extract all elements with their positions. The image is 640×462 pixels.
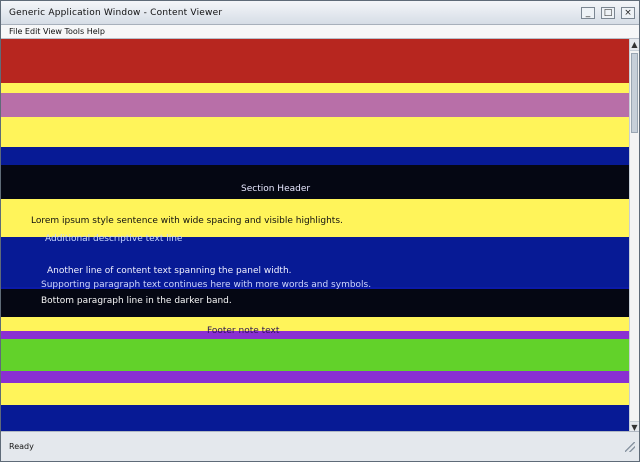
- red-band: [1, 39, 631, 83]
- maximize-button[interactable]: □: [601, 7, 615, 19]
- yellow-band-4: [1, 383, 631, 405]
- blue-band-3: [1, 405, 631, 433]
- content-line-6: Bottom paragraph line in the darker band…: [41, 296, 232, 306]
- window-controls: _ □ ×: [571, 5, 635, 21]
- status-bar: Ready: [1, 431, 639, 461]
- purple-band-2: [1, 371, 631, 383]
- close-button[interactable]: ×: [621, 7, 635, 19]
- status-text: Ready: [9, 442, 34, 451]
- content-line-2: Lorem ipsum style sentence with wide spa…: [31, 216, 343, 226]
- green-band: [1, 339, 631, 371]
- minimize-button[interactable]: _: [581, 7, 595, 19]
- content-line-7: Footer note text: [207, 326, 280, 336]
- scroll-up-icon[interactable]: ▲: [630, 39, 639, 51]
- content-line-4: Another line of content text spanning th…: [47, 266, 292, 276]
- content-viewport[interactable]: Section Header Lorem ipsum style sentenc…: [1, 39, 631, 433]
- window-title: Generic Application Window - Content Vie…: [9, 8, 223, 18]
- content-line-3: Additional descriptive text line: [45, 234, 183, 244]
- pink-band: [1, 93, 631, 117]
- blue-band-1: [1, 147, 631, 165]
- yellow-band-1: [1, 117, 631, 147]
- app-window: Generic Application Window - Content Vie…: [0, 0, 640, 462]
- yellow-band-thin: [1, 83, 631, 93]
- content-line-5: Supporting paragraph text continues here…: [41, 280, 372, 290]
- menu-bar: File Edit View Tools Help: [1, 25, 639, 39]
- content-line-1: Section Header: [241, 184, 311, 194]
- title-bar: Generic Application Window - Content Vie…: [1, 1, 639, 25]
- scroll-thumb[interactable]: [631, 53, 638, 133]
- menu-bar-text[interactable]: File Edit View Tools Help: [9, 25, 569, 39]
- resize-grip-icon[interactable]: [625, 442, 635, 452]
- vertical-scrollbar[interactable]: ▲ ▼: [629, 39, 639, 433]
